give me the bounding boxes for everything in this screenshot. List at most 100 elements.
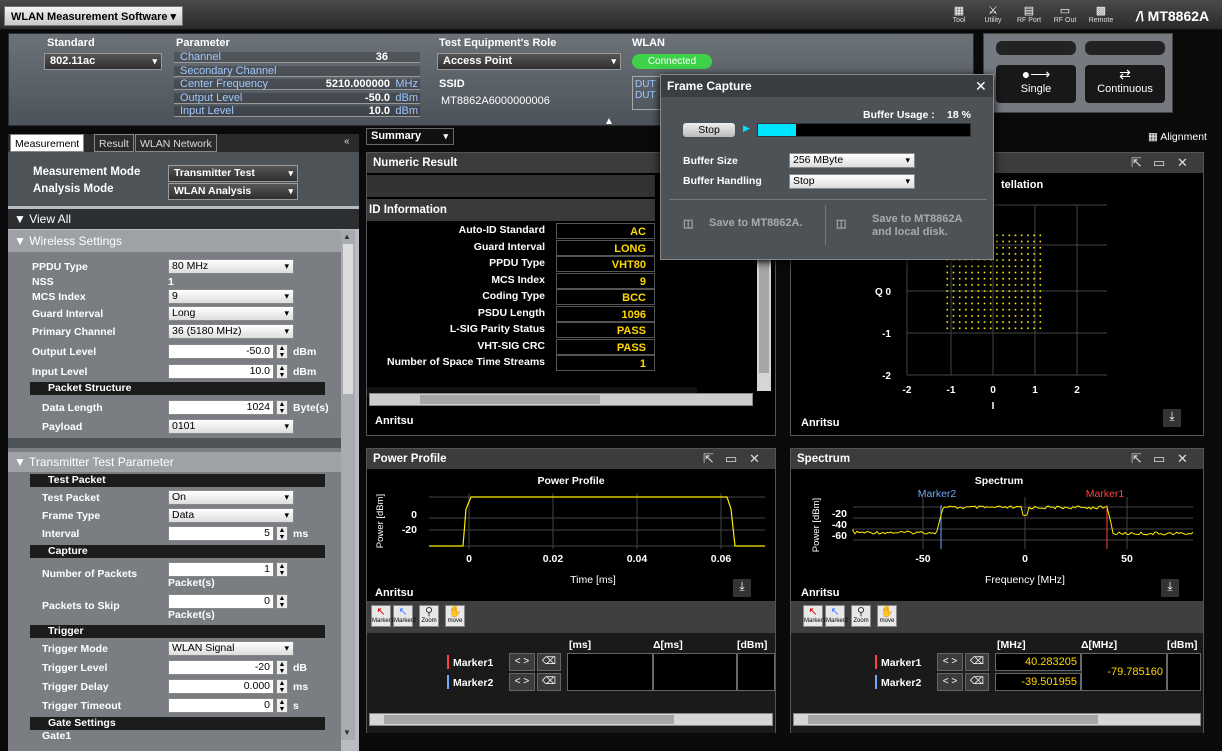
input-level-field[interactable]: Input Level 10.0 dBm [174,106,420,117]
measurement-mode-select[interactable]: Transmitter Test [168,165,298,182]
input-level-spinner[interactable]: ▲ ▼ [276,364,288,379]
zoom-tool[interactable]: ⚲ Zoom [419,605,439,627]
marker2-nav[interactable]: < > [937,673,963,691]
num-packets-spinner[interactable]: ▲ ▼ [276,562,288,577]
move-tool[interactable]: ✋ move [877,605,897,627]
popout-icon[interactable]: ⇱ [1131,452,1142,465]
test-packet-header[interactable]: Test Packet [30,474,325,487]
interval-input[interactable]: 5 [168,526,274,541]
channel-field[interactable]: Channel 36 [174,52,420,63]
view-all-row[interactable]: ▼ View All [8,209,359,229]
move-tool[interactable]: ✋ move [445,605,465,627]
close-icon[interactable]: ✕ [975,78,987,95]
analysis-mode-select[interactable]: WLAN Analysis [168,183,298,200]
maximize-icon[interactable]: ▭ [725,452,737,465]
save-local-button[interactable]: ◫ Save to MT8862A and local disk. [825,205,987,245]
download-icon[interactable]: ⤓ [1161,579,1179,597]
buffer-handling-select[interactable]: Stop [789,174,915,189]
zoom-tool[interactable]: ⚲ Zoom [851,605,871,627]
standard-select[interactable]: 802.11ac [44,53,162,70]
collapse-panel-icon[interactable]: « [344,136,350,147]
scroll-down-icon[interactable]: ▼ [343,728,351,737]
left-scrollbar[interactable]: ▲ ▼ [341,230,355,740]
trigger-mode-select[interactable]: WLAN Signal [168,641,294,656]
marker2-tool[interactable]: ↖ Marker2 [825,605,848,627]
scroll-up-icon[interactable]: ▲ [343,232,351,241]
marker1-tool[interactable]: ↖ Marker1 [803,605,826,627]
gate-settings-header[interactable]: Gate Settings [30,717,325,730]
marker1-nav[interactable]: < > [937,653,963,671]
popout-icon[interactable]: ⇱ [1131,156,1142,169]
num-packets-input[interactable]: 1 [168,562,274,577]
data-length-spinner[interactable]: ▲ ▼ [276,400,288,415]
capture-header[interactable]: Capture [30,545,325,558]
close-icon[interactable]: ✕ [1177,156,1188,169]
trigger-timeout-input[interactable]: 0 [168,698,274,713]
tab-wlan-network[interactable]: WLAN Network [135,134,217,152]
ppdu-type-select[interactable]: 80 MHz [168,259,294,274]
tool-button[interactable]: ▦ Tool [946,4,972,28]
output-level-field[interactable]: Output Level -50.0 dBm [174,93,420,104]
trigger-timeout-spinner[interactable]: ▲ ▼ [276,698,288,713]
trash-icon[interactable]: ⌫ [537,673,561,691]
remote-button[interactable]: ▩ Remote [1088,4,1114,28]
role-select[interactable]: Access Point [437,53,621,70]
pp-hscrollbar[interactable] [369,713,773,726]
mcs-select[interactable]: 9 [168,289,294,304]
pp-hscroll-thumb[interactable] [384,715,674,724]
single-button[interactable]: ●⟶ Single [996,65,1076,103]
stop-button[interactable]: Stop [683,123,735,137]
sp-hscroll-thumb[interactable] [808,715,1098,724]
trash-icon[interactable]: ⌫ [537,653,561,671]
sp-hscrollbar[interactable] [793,713,1201,726]
wireless-settings-header[interactable]: ▼ Wireless Settings [8,230,341,252]
marker2-tool[interactable]: ↖ Marker2 [393,605,416,627]
frame-type-select[interactable]: Data [168,508,294,523]
trigger-level-spinner[interactable]: ▲ ▼ [276,660,288,675]
utility-button[interactable]: ⚔ Utility [980,4,1006,28]
packets-skip-spinner[interactable]: ▲ ▼ [276,594,288,609]
marker1-tool[interactable]: ↖ Marker1 [371,605,394,627]
view-select[interactable]: Summary ▾ [366,128,454,145]
continuous-button[interactable]: ⇄ Continuous [1085,65,1165,103]
packet-structure-header[interactable]: Packet Structure [30,382,325,395]
primary-channel-select[interactable]: 36 (5180 MHz) [168,324,294,339]
marker2-nav[interactable]: < > [509,673,535,691]
output-level-input[interactable]: -50.0 [168,344,274,359]
save-mt-button[interactable]: ◫ Save to MT8862A. [669,205,823,245]
close-icon[interactable]: ✕ [749,452,760,465]
input-level-input[interactable]: 10.0 [168,364,274,379]
download-icon[interactable]: ⤓ [1163,409,1181,427]
alignment-button[interactable]: ▦ Alignment [1148,131,1207,143]
packets-skip-input[interactable]: 0 [168,594,274,609]
center-frequency-field[interactable]: Center Frequency 5210.000000 MHz [174,79,420,90]
tab-result[interactable]: Result [94,134,134,152]
marker1-nav[interactable]: < > [509,653,535,671]
numeric-hscroll-thumb[interactable] [420,395,600,404]
interval-spinner[interactable]: ▲ ▼ [276,526,288,541]
tab-measurement[interactable]: Measurement [10,134,85,152]
maximize-icon[interactable]: ▭ [1153,156,1165,169]
trigger-level-input[interactable]: -20 [168,660,274,675]
data-length-input[interactable]: 1024 [168,400,274,415]
numeric-hscrollbar[interactable] [369,393,753,406]
trash-icon[interactable]: ⌫ [965,653,989,671]
trash-icon[interactable]: ⌫ [965,673,989,691]
payload-select[interactable]: 0101 [168,419,294,434]
download-icon[interactable]: ⤓ [733,579,751,597]
trigger-header[interactable]: Trigger [30,625,325,638]
tx-param-header[interactable]: ▼ Transmitter Test Parameter [8,452,341,472]
guard-interval-select[interactable]: Long [168,306,294,321]
buffer-size-select[interactable]: 256 MByte [789,153,915,168]
app-menu-button[interactable]: WLAN Measurement Software ▾ [4,6,184,26]
trigger-delay-input[interactable]: 0.000 [168,679,274,694]
output-level-spinner[interactable]: ▲ ▼ [276,344,288,359]
test-packet-select[interactable]: On [168,490,294,505]
maximize-icon[interactable]: ▭ [1153,452,1165,465]
rf-out-button[interactable]: ▭ RF Out [1052,4,1078,28]
collapse-up-icon[interactable]: ▲ [604,116,614,127]
popout-icon[interactable]: ⇱ [703,452,714,465]
rf-port-button[interactable]: ▤ RF Port [1016,4,1042,28]
trigger-delay-spinner[interactable]: ▲ ▼ [276,679,288,694]
close-icon[interactable]: ✕ [1177,452,1188,465]
